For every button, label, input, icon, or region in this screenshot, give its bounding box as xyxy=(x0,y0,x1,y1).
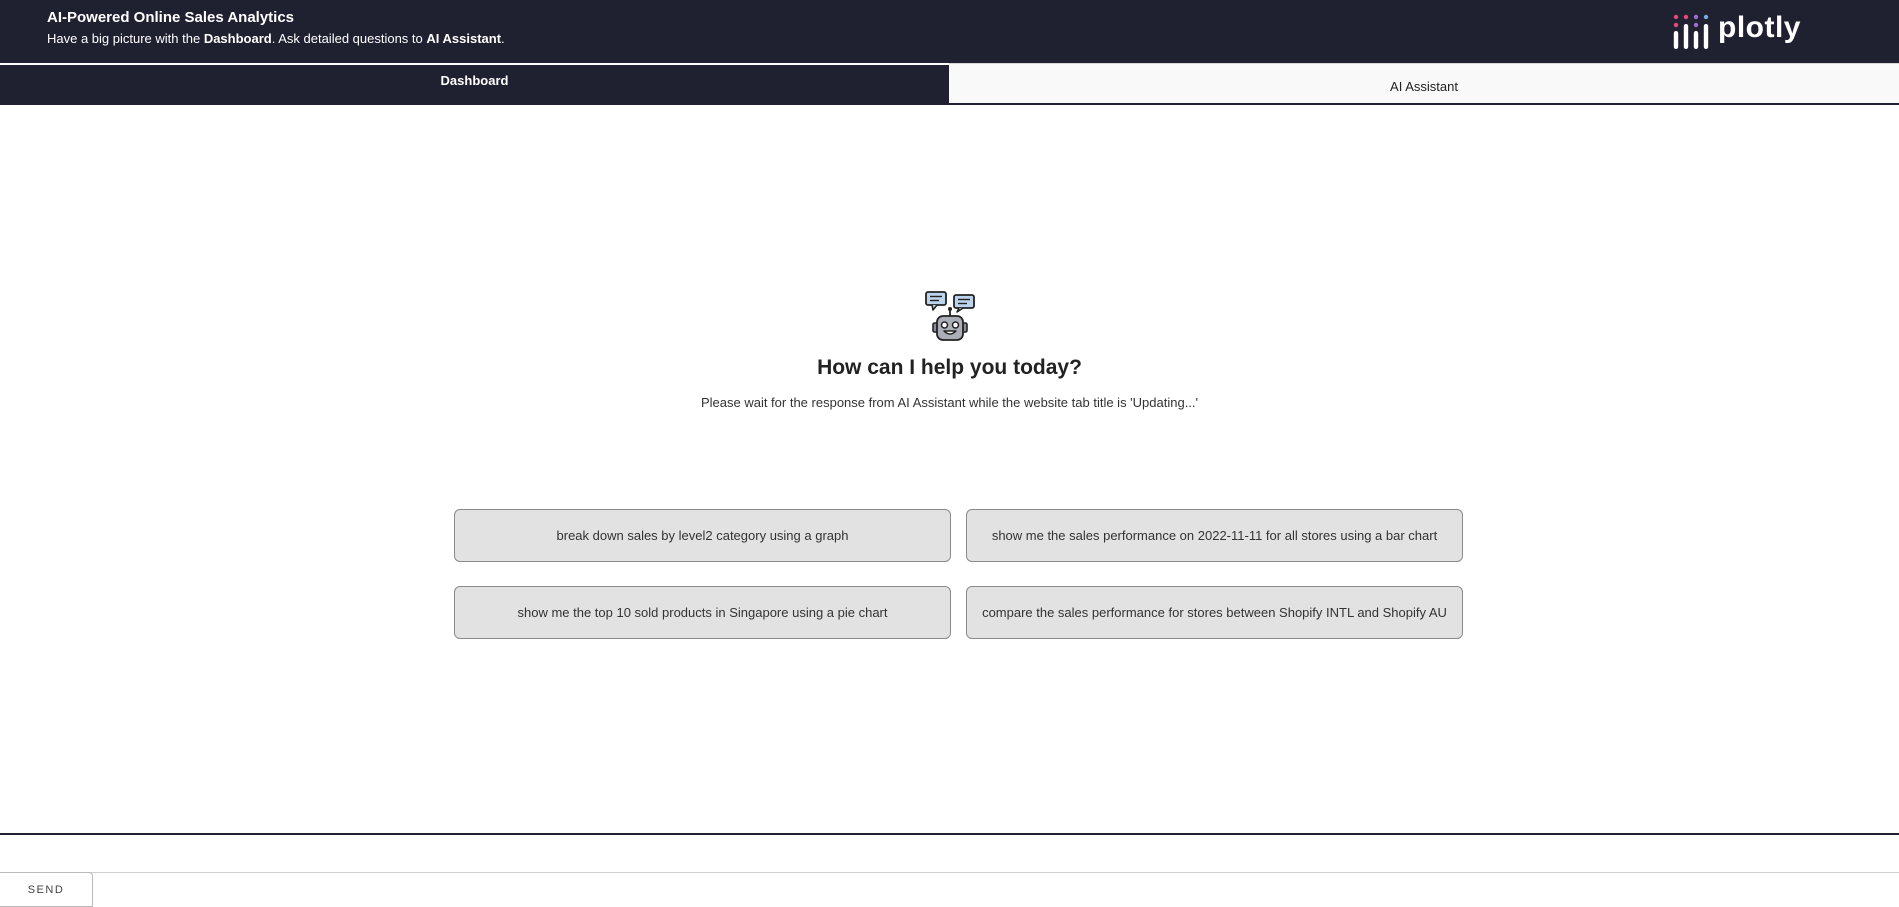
suggestion-button[interactable]: show me the sales performance on 2022-11… xyxy=(966,509,1463,562)
suggestion-grid: break down sales by level2 category usin… xyxy=(454,509,1463,639)
tab-dashboard[interactable]: Dashboard xyxy=(0,63,949,103)
suggestion-button[interactable]: break down sales by level2 category usin… xyxy=(454,509,951,562)
chat-input[interactable] xyxy=(0,835,1899,872)
send-button[interactable]: SEND xyxy=(0,872,93,907)
plotly-logo-icon xyxy=(1673,14,1709,49)
welcome-section: How can I help you today? Please wait fo… xyxy=(0,290,1899,410)
robot-chat-icon xyxy=(924,291,975,341)
subtitle-suffix: . xyxy=(501,31,505,46)
subtitle-dashboard: Dashboard xyxy=(203,31,272,46)
plotly-logo[interactable]: plotly xyxy=(1672,11,1801,51)
suggestion-button[interactable]: compare the sales performance for stores… xyxy=(966,586,1463,639)
subtitle-prefix: Have a big picture with the xyxy=(47,31,204,46)
welcome-note: Please wait for the response from AI Ass… xyxy=(700,395,1199,410)
welcome-title: How can I help you today? xyxy=(817,356,1082,379)
plotly-logo-text: plotly xyxy=(1718,11,1801,44)
app-header: AI-Powered Online Sales Analytics Have a… xyxy=(0,0,1899,63)
subtitle-assistant: AI Assistant xyxy=(426,31,502,46)
app-subtitle: Have a big picture with the Dashboard. A… xyxy=(47,31,505,46)
tab-ai-assistant[interactable]: AI Assistant xyxy=(949,63,1899,103)
app-title: AI-Powered Online Sales Analytics xyxy=(47,9,295,26)
subtitle-middle: . Ask detailed questions to xyxy=(271,31,427,46)
suggestion-button[interactable]: show me the top 10 sold products in Sing… xyxy=(454,586,951,639)
chat-input-border xyxy=(0,872,1899,873)
tab-bar: Dashboard AI Assistant xyxy=(0,63,1899,105)
